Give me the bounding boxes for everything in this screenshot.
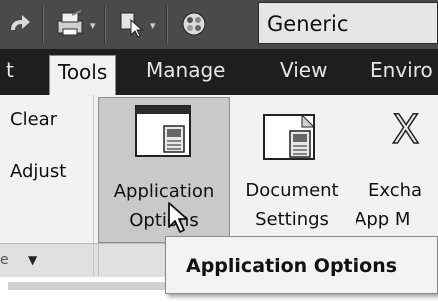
select-icon[interactable]: [118, 10, 146, 38]
tab-tools[interactable]: Tools: [49, 55, 117, 95]
exchange-app-manager-icon: X: [391, 106, 438, 154]
document-settings-icon: [262, 113, 320, 169]
quick-access-toolbar: ▾ ▾ Generic: [0, 0, 438, 49]
panel-title-segment: [98, 244, 165, 278]
document-settings-label-line2: Settings: [255, 209, 329, 230]
ribbon-tab-bar: t Tools Manage View Enviro: [0, 49, 438, 95]
tab-manage[interactable]: Manage: [146, 58, 225, 82]
mouse-pointer-icon: [167, 201, 191, 239]
clear-command[interactable]: Clear: [10, 109, 57, 130]
select-dropdown-caret[interactable]: ▾: [150, 19, 156, 32]
redo-icon[interactable]: [6, 10, 34, 38]
appearance-value: Generic: [267, 12, 349, 36]
exchange-app-manager-button[interactable]: X Excha App M: [356, 97, 438, 243]
application-options-label-line1: Application: [113, 181, 215, 202]
panel-separator: [93, 244, 94, 278]
application-options-label-line2: Options: [129, 210, 199, 231]
adjust-command[interactable]: Adjust: [10, 161, 66, 182]
toolbar-separator: [166, 6, 168, 43]
tab-partial[interactable]: t: [6, 58, 14, 82]
tooltip: Application Options: [165, 236, 438, 294]
print-dropdown-caret[interactable]: ▾: [90, 19, 96, 32]
panel-title-partial: e: [0, 252, 9, 268]
application-options-icon: [134, 104, 192, 168]
svg-text:X: X: [392, 109, 419, 149]
exchange-label-line2: App M: [356, 209, 411, 230]
ribbon-panel: Clear Adjust Application Options Documen…: [0, 95, 438, 245]
toolbar-separator: [104, 6, 106, 43]
tab-view[interactable]: View: [280, 58, 327, 82]
panel-separator: [93, 95, 94, 245]
print-icon[interactable]: [54, 9, 86, 39]
document-settings-button[interactable]: Document Settings: [232, 97, 352, 243]
document-settings-label-line1: Document: [245, 180, 339, 201]
panel-expand-caret[interactable]: ▼: [28, 253, 37, 267]
appearance-icon[interactable]: [180, 10, 208, 38]
exchange-label-line1: Excha: [368, 180, 423, 201]
application-window: ▾ ▾ Generic t Tools Manage View Enviro C…: [0, 0, 438, 303]
toolbar-separator: [42, 6, 44, 43]
tooltip-text: Application Options: [186, 255, 398, 277]
appearance-select[interactable]: Generic: [258, 2, 438, 44]
tab-environments[interactable]: Enviro: [370, 58, 433, 82]
application-options-button[interactable]: Application Options: [98, 97, 230, 243]
